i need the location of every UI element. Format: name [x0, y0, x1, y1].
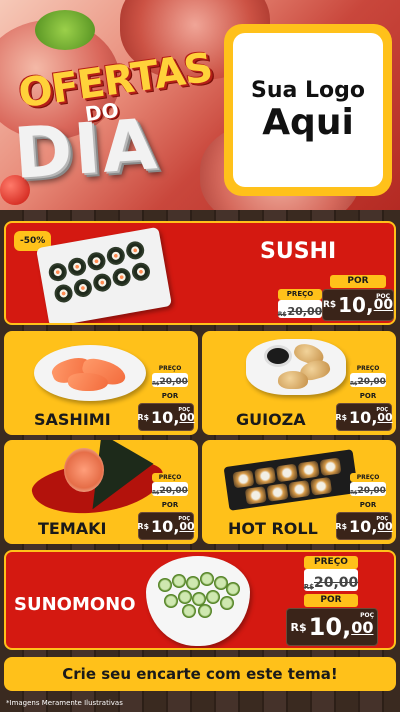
- old-currency: R$: [152, 490, 160, 496]
- price-int: 10: [349, 516, 372, 536]
- old-price-value: 20,00: [357, 486, 386, 496]
- currency: R$: [322, 300, 337, 310]
- old-price: R$ 20,00: [152, 482, 188, 496]
- old-price-value: 20,00: [313, 575, 359, 591]
- temaki-filling: [64, 448, 104, 492]
- flyer-page: OFERTAS DO DIA Sua Logo Aqui -50% SUSHI …: [0, 0, 400, 712]
- preco-label: PREÇO: [152, 364, 188, 373]
- old-price: R$ 20,00: [350, 373, 386, 387]
- old-currency: R$: [303, 583, 314, 591]
- product-name: TEMAKI: [38, 519, 107, 538]
- product-name: SUNOMONO: [14, 594, 136, 615]
- preco-label: PREÇO: [350, 364, 386, 373]
- new-price: R$ 10, 00 POÇ: [286, 608, 378, 646]
- product-name: SUSHI: [260, 239, 337, 264]
- currency: R$: [137, 521, 150, 531]
- product-card-sushi[interactable]: -50% SUSHI POR PREÇO R$ 20,00 R$ 10, 00 P…: [4, 221, 396, 325]
- new-price: R$ 10, 00 POÇ: [335, 512, 393, 540]
- title-dia: DIA: [11, 103, 162, 195]
- old-price: R$ 20,00: [304, 569, 358, 591]
- price-unit: POÇ: [376, 407, 388, 413]
- disclaimer-text: *Imagens Meramente Ilustrativas: [6, 699, 123, 707]
- price-cents: 00: [351, 617, 374, 637]
- por-label: POR: [304, 594, 358, 607]
- logo-placeholder[interactable]: Sua Logo Aqui: [224, 24, 392, 196]
- price-int: 10: [308, 613, 343, 641]
- old-price: R$ 20,00: [278, 300, 322, 318]
- new-price: R$ 10, 00 POÇ: [137, 403, 195, 431]
- por-label: POR: [350, 500, 386, 510]
- currency: R$: [335, 412, 348, 422]
- old-price-value: 20,00: [357, 377, 386, 387]
- old-price-value: 20,00: [287, 305, 323, 318]
- vegetable-image: [35, 10, 95, 50]
- preco-label: PREÇO: [350, 473, 386, 482]
- preco-label: PREÇO: [304, 556, 358, 569]
- cta-banner[interactable]: Crie seu encarte com este tema!: [4, 657, 396, 691]
- old-price-value: 20,00: [159, 486, 188, 496]
- new-price: R$ 10, 00 POÇ: [137, 512, 195, 540]
- preco-label: PREÇO: [278, 289, 322, 300]
- product-card-guioza[interactable]: GUIOZA PREÇO R$ 20,00 POR R$ 10, 00 POÇ: [202, 331, 396, 435]
- old-price: R$ 20,00: [350, 482, 386, 496]
- price-unit: POÇ: [178, 516, 190, 522]
- por-label: POR: [330, 275, 386, 288]
- price-unit: POÇ: [178, 407, 190, 413]
- por-label: POR: [152, 391, 188, 401]
- product-card-sunomono[interactable]: SUNOMONO PREÇO R$ 20,00 POR R$ 10, 00 POÇ: [4, 550, 396, 650]
- currency: R$: [290, 620, 307, 634]
- cucumber-slices: [158, 572, 240, 618]
- header-banner: OFERTAS DO DIA Sua Logo Aqui: [0, 0, 400, 210]
- por-label: POR: [350, 391, 386, 401]
- price-unit: POÇ: [360, 612, 374, 619]
- old-currency: R$: [350, 381, 358, 387]
- logo-inner: Sua Logo Aqui: [233, 33, 383, 187]
- old-price-value: 20,00: [159, 377, 188, 387]
- new-price: R$ 10, 00 POÇ: [335, 403, 393, 431]
- product-card-hot-roll[interactable]: HOT ROLL PREÇO R$ 20,00 POR R$ 10, 00 POÇ: [202, 440, 396, 544]
- old-currency: R$: [277, 311, 287, 318]
- price-int: 10: [151, 516, 174, 536]
- price-int: 10: [151, 407, 174, 427]
- product-name: SASHIMI: [34, 410, 111, 429]
- sauce-bowl: [264, 345, 292, 367]
- product-card-temaki[interactable]: TEMAKI PREÇO R$ 20,00 POR R$ 10, 00 POÇ: [4, 440, 198, 544]
- currency: R$: [335, 521, 348, 531]
- price-int: 10: [338, 293, 366, 317]
- preco-label: PREÇO: [152, 473, 188, 482]
- logo-text-line1: Sua Logo: [250, 77, 365, 103]
- price-int: 10: [349, 407, 372, 427]
- product-name: HOT ROLL: [228, 519, 318, 538]
- new-price: R$ 10, 00 POÇ: [322, 289, 394, 321]
- currency: R$: [137, 412, 150, 422]
- por-label: POR: [152, 500, 188, 510]
- hot-roll-pieces: [232, 450, 357, 510]
- price-unit: POÇ: [376, 516, 388, 522]
- salmon-slice: [68, 373, 108, 391]
- product-name: GUIOZA: [236, 410, 306, 429]
- product-card-sashimi[interactable]: SASHIMI PREÇO R$ 20,00 POR R$ 10, 00 POÇ: [4, 331, 198, 435]
- old-currency: R$: [152, 381, 160, 387]
- price-unit: POÇ: [376, 293, 390, 300]
- logo-text-line2: Aqui: [262, 101, 354, 143]
- old-currency: R$: [350, 490, 358, 496]
- dumpling: [278, 371, 308, 389]
- old-price: R$ 20,00: [152, 373, 188, 387]
